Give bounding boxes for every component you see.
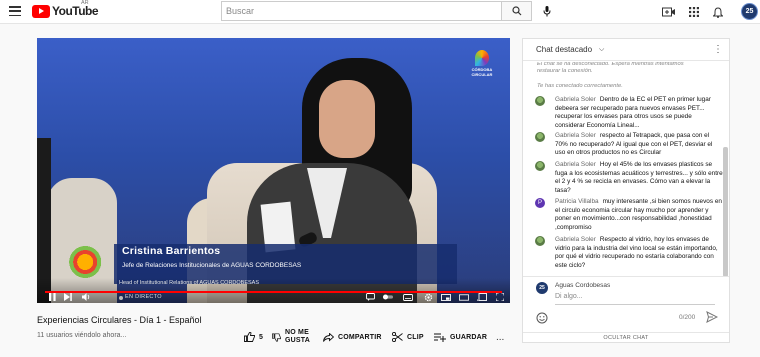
chat-icon xyxy=(365,293,375,301)
video-camera-plus-icon xyxy=(662,7,675,17)
current-user-name: Aguas Cordobesas xyxy=(555,282,611,289)
clip-label: CLIP xyxy=(407,333,424,341)
author-name[interactable]: Gabriela Soler xyxy=(555,236,596,243)
next-button[interactable] xyxy=(63,293,73,301)
live-chat-panel: Chat destacado ⌵ ⋮ El chat se ha descone… xyxy=(522,38,730,343)
pause-button[interactable] xyxy=(47,293,57,301)
event-logo-icon xyxy=(475,50,489,66)
share-label: COMPARTIR xyxy=(338,333,382,341)
youtube-play-icon xyxy=(32,4,50,18)
miniplayer-button[interactable] xyxy=(441,293,451,301)
more-vert-icon[interactable]: ⋮ xyxy=(713,44,723,55)
chat-scrollbar[interactable] xyxy=(723,147,728,277)
char-count: 0/200 xyxy=(679,314,696,321)
chat-input-area: 25 Aguas Cordobesas Di algo... 0/200 xyxy=(523,276,729,332)
theater-mode-button[interactable] xyxy=(459,293,469,301)
author-name[interactable]: Patricia Villalba xyxy=(555,198,599,205)
like-button[interactable]: 5 xyxy=(244,327,263,347)
chat-replay-button[interactable] xyxy=(365,293,375,301)
speaker-role-en: Head of Institutional Relations of AGUAS… xyxy=(119,280,260,286)
thumbs-down-icon xyxy=(272,332,281,342)
fullscreen-button[interactable] xyxy=(495,293,505,301)
player-controls: Head of Institutional Relations of AGUAS… xyxy=(37,278,510,303)
next-icon xyxy=(64,293,72,301)
autoplay-icon xyxy=(383,294,393,300)
speaker-role-es: Jefe de Relaciones Institucionales de AG… xyxy=(122,262,302,269)
chat-input[interactable]: Di algo... xyxy=(555,293,715,305)
clip-button[interactable]: CLIP xyxy=(392,327,424,347)
emoji-icon[interactable] xyxy=(536,312,548,324)
live-label[interactable]: EN DIRECTO xyxy=(125,294,162,300)
share-button[interactable]: COMPARTIR xyxy=(323,327,382,347)
video-title: Experiencias Circulares - Día 1 - Españo… xyxy=(37,315,202,325)
search-button[interactable] xyxy=(501,1,532,21)
microphone-icon xyxy=(543,5,551,16)
cast-icon xyxy=(477,293,487,301)
autoplay-toggle[interactable] xyxy=(383,293,393,301)
volume-icon xyxy=(81,293,89,301)
video-speaker-face xyxy=(319,80,375,158)
current-user-avatar: 25 xyxy=(536,282,548,294)
author-avatar[interactable] xyxy=(535,161,545,171)
system-message: Te has conectado correctamente. xyxy=(537,83,623,89)
event-logo: CÓRDOBA CIRCULAR xyxy=(468,50,496,86)
send-icon[interactable] xyxy=(706,311,718,323)
menu-icon[interactable] xyxy=(9,6,21,16)
thumbs-up-icon xyxy=(244,332,255,342)
chat-messages: El chat se ha desconectado. Espera mient… xyxy=(523,62,723,276)
live-indicator-icon xyxy=(119,296,123,300)
video-player[interactable]: CÓRDOBA CIRCULAR Cristina Barrientos Jef… xyxy=(37,38,510,303)
more-actions-button[interactable]: ... xyxy=(496,332,504,343)
share-icon xyxy=(323,332,334,342)
apps-grid-icon xyxy=(689,7,699,17)
view-count: 11 usuarios viéndolo ahora... xyxy=(37,332,127,339)
volume-button[interactable] xyxy=(81,293,91,301)
subtitles-button[interactable] xyxy=(403,293,413,301)
author-avatar[interactable] xyxy=(535,236,545,246)
country-code: AR xyxy=(81,0,89,6)
fullscreen-icon xyxy=(496,293,504,301)
author-avatar[interactable] xyxy=(535,96,545,106)
progress-bar[interactable] xyxy=(45,291,502,293)
author-name[interactable]: Gabriela Soler xyxy=(555,96,596,103)
save-button[interactable]: GUARDAR xyxy=(434,327,487,347)
settings-button[interactable] xyxy=(423,293,433,301)
youtube-logo[interactable]: YouTube xyxy=(32,4,99,18)
system-message: El chat se ha desconectado. Espera mient… xyxy=(537,62,684,74)
cast-button[interactable] xyxy=(477,293,487,301)
playlist-add-icon xyxy=(434,333,446,342)
author-name[interactable]: Gabriela Soler xyxy=(555,132,596,139)
like-count: 5 xyxy=(259,333,264,341)
gear-icon xyxy=(424,293,432,301)
author-avatar[interactable] xyxy=(535,132,545,142)
create-video-button[interactable] xyxy=(661,4,677,20)
search-icon xyxy=(511,6,521,16)
theater-icon xyxy=(459,293,469,301)
chevron-down-icon[interactable]: ⌵ xyxy=(599,46,604,54)
apps-button[interactable] xyxy=(686,4,702,20)
author-name[interactable]: Gabriela Soler xyxy=(555,161,596,168)
scissors-icon xyxy=(392,332,403,342)
top-bar: YouTube AR Buscar 25 xyxy=(0,0,760,24)
dislike-label: NO ME GUSTA xyxy=(285,329,310,344)
search-placeholder: Buscar xyxy=(226,6,255,16)
author-avatar[interactable]: P xyxy=(535,198,545,208)
miniplayer-icon xyxy=(441,293,451,301)
chat-mode-title[interactable]: Chat destacado xyxy=(536,45,592,54)
subtitles-icon xyxy=(403,293,413,301)
bell-icon xyxy=(713,6,723,18)
pause-icon xyxy=(48,293,56,301)
hide-chat-button[interactable]: OCULTAR CHAT xyxy=(523,332,729,343)
save-label: GUARDAR xyxy=(450,333,488,341)
account-avatar[interactable]: 25 xyxy=(741,3,758,20)
notifications-button[interactable] xyxy=(710,4,726,20)
dislike-button[interactable]: NO ME GUSTA xyxy=(272,327,310,347)
progress-fill xyxy=(45,291,502,293)
voice-search-button[interactable] xyxy=(538,2,556,20)
search-input[interactable]: Buscar xyxy=(221,1,501,21)
chat-header: Chat destacado ⌵ ⋮ xyxy=(523,39,729,61)
speaker-name: Cristina Barrientos xyxy=(122,245,221,257)
logo-text: YouTube xyxy=(52,4,99,18)
event-logo-text: CÓRDOBA CIRCULAR xyxy=(471,67,493,77)
